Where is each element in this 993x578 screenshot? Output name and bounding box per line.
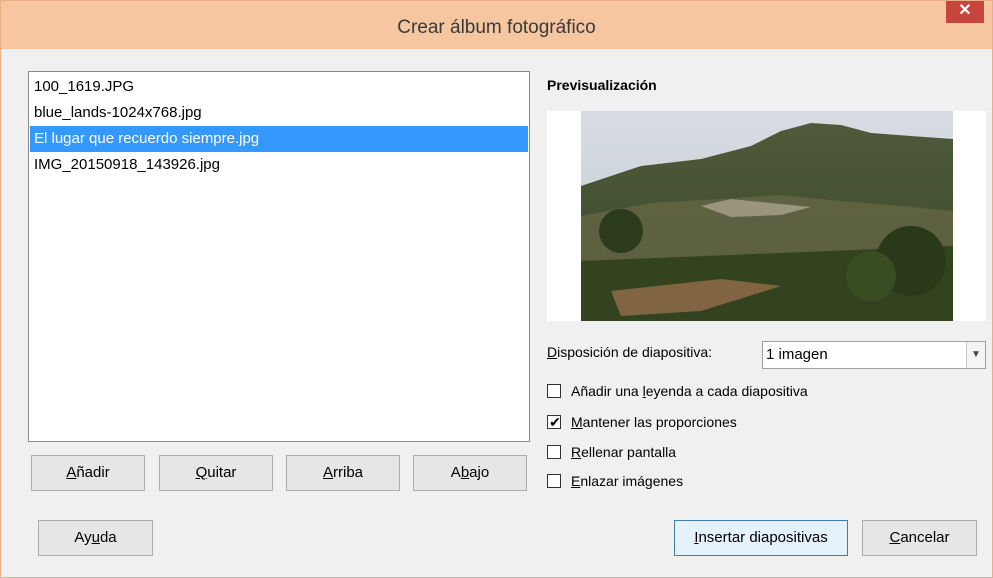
link-images-mnemonic: E [571,473,581,489]
add-caption-label[interactable]: Añadir una leyenda a cada diapositiva [571,382,808,400]
close-button[interactable]: ✕ [946,1,984,23]
preview-pane [547,111,986,321]
add-caption-checkbox[interactable] [547,384,561,398]
fill-screen-mnemonic: R [571,444,582,460]
checkmark-icon: ✔ [549,414,561,430]
add-button-mnemonic: A [66,464,77,481]
preview-heading: Previsualización [547,77,657,93]
keep-ratio-label-post: antener las proporciones [582,414,737,430]
down-button-mnemonic: b [460,464,470,481]
up-button-label-post: rriba [333,464,364,481]
preview-image [581,111,953,321]
help-label-pre: Ay [74,529,92,546]
cancel-mnemonic: C [889,529,901,546]
fill-screen-label-post: ellenar pantalla [581,444,677,460]
down-button-label-pre: A [450,464,461,481]
link-images-label-post: nlazar imágenes [580,473,684,489]
photo-album-dialog: Crear álbum fotográfico ✕ 100_1619.JPG b… [0,0,993,578]
dialog-title: Crear álbum fotográfico [397,17,596,38]
cancel-label-post: ancelar [900,529,950,546]
add-caption-label-post: eyenda a cada diapositiva [645,383,808,399]
down-button[interactable]: Abajo [413,455,527,491]
help-label-post: da [99,529,117,546]
keep-ratio-label[interactable]: Mantener las proporciones [571,413,737,431]
remove-button-mnemonic: Q [195,464,208,481]
down-button-label-post: ajo [469,464,490,481]
insert-slides-button[interactable]: Insertar diapositivas [674,520,848,556]
link-images-label[interactable]: Enlazar imágenes [571,472,683,490]
slide-layout-value: 1 imagen [766,346,828,363]
slide-layout-label: Disposición de diapositiva: [547,344,712,360]
chevron-down-icon[interactable]: ▼ [966,342,985,368]
remove-button[interactable]: Quitar [159,455,273,491]
up-button-mnemonic: A [322,464,333,481]
list-item[interactable]: IMG_20150918_143926.jpg [30,152,528,178]
up-button[interactable]: Arriba [286,455,400,491]
link-images-checkbox[interactable] [547,474,561,488]
help-button[interactable]: Ayuda [38,520,153,556]
slide-layout-label-rest: isposición de diapositiva: [557,344,712,360]
add-button-label-post: ñadir [76,464,110,481]
list-item[interactable]: 100_1619.JPG [30,74,528,100]
list-item[interactable]: blue_lands-1024x768.jpg [30,100,528,126]
insert-label-post: nsertar diapositivas [698,529,828,546]
list-item-selected[interactable]: El lugar que recuerdo siempre.jpg [30,126,528,152]
keep-ratio-mnemonic: M [571,414,583,430]
image-file-list[interactable]: 100_1619.JPG blue_lands-1024x768.jpg El … [28,71,530,442]
keep-ratio-checkbox[interactable]: ✔ [547,414,561,430]
help-mnemonic: u [91,529,100,546]
fill-screen-checkbox[interactable] [547,445,561,459]
cancel-button[interactable]: Cancelar [862,520,977,556]
remove-button-label-post: uitar [207,464,237,481]
slide-layout-select[interactable]: 1 imagen ▼ [762,341,986,369]
title-bar: Crear álbum fotográfico ✕ [1,1,992,49]
add-caption-label-pre: Añadir una [571,383,643,399]
slide-layout-mnemonic: D [547,344,558,360]
add-button[interactable]: Añadir [31,455,145,491]
fill-screen-label[interactable]: Rellenar pantalla [571,443,676,461]
